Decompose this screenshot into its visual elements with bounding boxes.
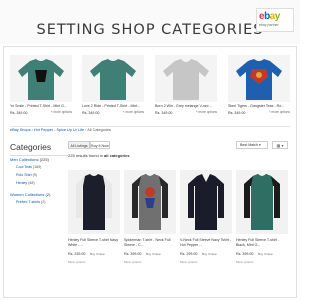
listing-price: Rs. 399.00 xyxy=(236,252,254,256)
product-title[interactable]: Steel Tigers - Gangster Teas - Ro... xyxy=(228,104,290,108)
grid-view-toggle[interactable]: ▦ ▾ xyxy=(272,141,288,149)
product-card[interactable]: Steel Tigers - Gangster Teas - Ro... Rs.… xyxy=(228,55,290,123)
more-options-link[interactable]: + more options xyxy=(51,110,72,114)
breadcrumb-shop[interactable]: Hot Pepper - Spice Up Ur Life xyxy=(34,128,84,132)
category-henley[interactable]: Henley (48) xyxy=(16,181,35,185)
category-women-collections[interactable]: Women Collections (2) xyxy=(10,192,50,197)
ebay-logo-sub: ebay partner xyxy=(259,23,279,27)
listing-title[interactable]: Henley Full Sleeve T-shirt - Black, Mint… xyxy=(236,238,288,247)
buy-it-now-label: Buy It Now xyxy=(202,252,217,256)
ebay-logo-mark: ebay xyxy=(259,11,280,22)
tshirt-image[interactable] xyxy=(236,170,288,234)
product-title[interactable]: Yo Smile - Printed T-Shirt - Mint G... xyxy=(10,104,72,108)
product-price: Rs. 349.00 xyxy=(82,111,100,115)
listing-price: Rs. 339.00 xyxy=(68,252,86,256)
product-price: Rs. 349.00 xyxy=(228,111,246,115)
sidebar-divider xyxy=(10,155,68,156)
page-title: SETTING SHOP CATEGORIES xyxy=(36,22,264,38)
category-printed-tshirts[interactable]: Printed T-shirts (2) xyxy=(16,200,46,204)
listing-card[interactable]: Spiderman T-shirt - Neck Full Sleeve - C… xyxy=(124,170,176,274)
tshirt-image[interactable] xyxy=(10,55,72,102)
tshirt-image[interactable] xyxy=(155,55,217,102)
listing-title[interactable]: Spiderman T-shirt - Neck Full Sleeve - C… xyxy=(124,238,176,247)
tshirt-image[interactable] xyxy=(180,170,232,234)
more-options-link[interactable]: More options xyxy=(236,260,253,264)
more-options-link[interactable]: More options xyxy=(180,260,197,264)
ebay-logo: ebay ebay partner xyxy=(256,8,294,32)
category-polo-shirt[interactable]: Polo Shirt (9) xyxy=(16,173,37,177)
grid-icon: ▦ ▾ xyxy=(276,143,284,148)
breadcrumb-current: All Categories xyxy=(87,128,111,132)
listing-grid: Henley Full Sleeve T-shirt Navy White - … xyxy=(68,170,292,280)
more-options-link[interactable]: + more options xyxy=(123,110,144,114)
buy-it-now-label: Buy It Now xyxy=(146,252,161,256)
tshirt-image[interactable] xyxy=(124,170,176,234)
sort-dropdown[interactable]: Best Match ▾ xyxy=(236,141,268,149)
more-options-link[interactable]: + more options xyxy=(196,110,217,114)
chevron-down-icon: ▾ xyxy=(258,143,261,147)
listing-title[interactable]: Henley Full Sleeve T-shirt Navy White - … xyxy=(68,238,120,247)
results-count: 225 results found in all categories xyxy=(68,153,130,158)
product-price: Rs. 349.00 xyxy=(155,111,173,115)
listing-card[interactable]: Henley Full Sleeve T-shirt Navy White - … xyxy=(68,170,120,274)
categories-heading: Categories xyxy=(10,142,52,152)
category-cool-teas[interactable]: Cool Teas (169) xyxy=(16,165,41,169)
tshirt-image[interactable] xyxy=(228,55,290,102)
listing-price: Rs. 299.00 xyxy=(180,252,198,256)
listing-card[interactable]: Henley Full Sleeve T-shirt - Black, Mint… xyxy=(236,170,288,274)
listing-title[interactable]: V-Neck Full Sleeve Navy Tshirt - Hot Pep… xyxy=(180,238,232,247)
more-options-link[interactable]: More options xyxy=(124,260,141,264)
tab-buy-it-now[interactable]: Buy It Now xyxy=(90,141,110,149)
tshirt-image[interactable] xyxy=(68,170,120,234)
breadcrumb: eBay Shops › Hot Pepper - Spice Up Ur Li… xyxy=(10,128,111,132)
featured-products: Yo Smile - Printed T-Shirt - Mint G... R… xyxy=(10,55,290,123)
more-options-link[interactable]: More options xyxy=(68,260,85,264)
product-card[interactable]: Love 2 Ride - Printed T-Shirt - Mint... … xyxy=(82,55,144,123)
listing-card[interactable]: V-Neck Full Sleeve Navy Tshirt - Hot Pep… xyxy=(180,170,232,274)
tshirt-image[interactable] xyxy=(82,55,144,102)
product-card[interactable]: Born 2 Win - Grey melange V-nec... Rs. 3… xyxy=(155,55,217,123)
product-card[interactable]: Yo Smile - Printed T-Shirt - Mint G... R… xyxy=(10,55,72,123)
more-options-link[interactable]: + more options xyxy=(269,110,290,114)
tab-all-listings[interactable]: All Listings xyxy=(68,141,90,149)
buy-it-now-label: Buy It Now xyxy=(90,252,105,256)
product-price: Rs. 349.00 xyxy=(10,111,28,115)
breadcrumb-ebay-shops[interactable]: eBay Shops xyxy=(10,128,30,132)
divider xyxy=(10,126,290,127)
product-title[interactable]: Born 2 Win - Grey melange V-nec... xyxy=(155,104,217,108)
banner: SETTING SHOP CATEGORIES ebay ebay partne… xyxy=(0,0,300,44)
buy-it-now-label: Buy It Now xyxy=(258,252,273,256)
listing-price: Rs. 399.00 xyxy=(124,252,142,256)
product-title[interactable]: Love 2 Ride - Printed T-Shirt - Mint... xyxy=(82,104,144,108)
category-men-collections[interactable]: Men Collections (225) xyxy=(10,157,49,162)
